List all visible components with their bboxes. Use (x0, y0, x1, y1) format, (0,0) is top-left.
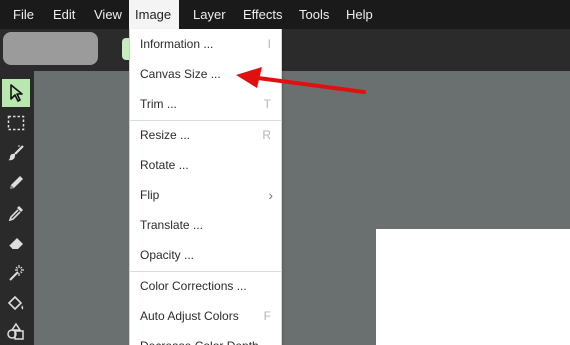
paint-bucket-icon (7, 295, 24, 311)
eyedropper-icon (8, 206, 23, 222)
menu-item-trim[interactable]: Trim ... T (130, 89, 281, 119)
shortcut-label: R (262, 128, 271, 142)
tool-shapes[interactable] (2, 318, 30, 345)
magic-wand-icon (9, 265, 24, 281)
brush-icon (8, 145, 24, 161)
document-canvas[interactable] (376, 229, 570, 345)
tool-magic-wand[interactable] (2, 259, 30, 287)
app-window: File Edit View Image Layer Effects Tools… (0, 0, 570, 345)
menu-item-auto-adjust-colors[interactable]: Auto Adjust Colors F (130, 301, 281, 331)
shortcut-label: F (263, 309, 271, 323)
tool-rect-select[interactable] (2, 109, 30, 137)
shortcut-label: T (263, 97, 271, 111)
image-menu-dropdown: Information ... I Canvas Size ... Trim .… (129, 29, 282, 345)
pencil-icon (10, 176, 23, 189)
shapes-icon (7, 322, 24, 340)
menu-tools[interactable]: Tools (292, 0, 336, 29)
menu-item-canvas-size[interactable]: Canvas Size ... (130, 59, 281, 89)
tool-pencil[interactable] (2, 169, 30, 197)
menu-item-translate[interactable]: Translate ... (130, 210, 281, 240)
options-toolbar (0, 29, 570, 71)
menu-item-flip[interactable]: Flip › (130, 180, 281, 210)
menu-bar: File Edit View Image Layer Effects Tools… (0, 0, 570, 29)
menu-image[interactable]: Image (129, 0, 179, 29)
menu-item-resize[interactable]: Resize ... R (130, 120, 281, 150)
menu-effects[interactable]: Effects (236, 0, 290, 29)
menu-item-rotate[interactable]: Rotate ... (130, 150, 281, 180)
tool-brush[interactable] (2, 139, 30, 167)
shortcut-label: I (267, 37, 271, 51)
tool-options-pill[interactable] (3, 32, 98, 65)
eraser-icon (8, 238, 23, 250)
chevron-right-icon: › (268, 187, 273, 203)
menu-item-decrease-color-depth[interactable]: Decrease Color Depth ... (130, 331, 281, 345)
selection-rectangle-icon (7, 115, 25, 131)
tool-sidebar (0, 71, 34, 345)
tool-eyedropper[interactable] (2, 199, 30, 227)
menu-edit[interactable]: Edit (46, 0, 82, 29)
menu-item-information[interactable]: Information ... I (130, 29, 281, 59)
menu-item-color-corrections[interactable]: Color Corrections ... (130, 271, 281, 301)
tool-paint-bucket[interactable] (2, 289, 30, 317)
menu-file[interactable]: File (6, 0, 41, 29)
menu-view[interactable]: View (87, 0, 129, 29)
menu-layer[interactable]: Layer (186, 0, 233, 29)
menu-help[interactable]: Help (339, 0, 380, 29)
tool-pointer[interactable] (2, 79, 30, 107)
pointer-arrow-icon (10, 84, 23, 102)
menu-item-opacity[interactable]: Opacity ... (130, 240, 281, 270)
tool-eraser[interactable] (2, 229, 30, 257)
